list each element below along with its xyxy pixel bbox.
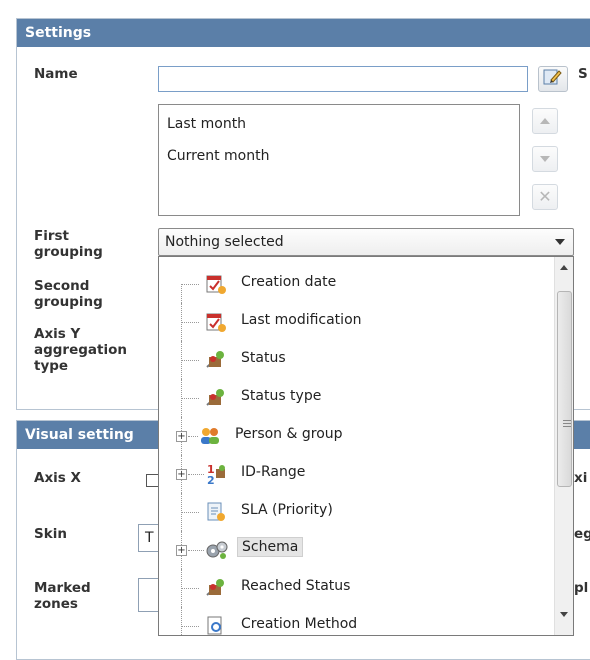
calendar-check-icon: [205, 273, 227, 295]
people-icon: [199, 425, 221, 447]
arrow-down-icon: [540, 156, 550, 162]
status-flag-icon: [205, 349, 227, 371]
settings-header: Settings: [17, 19, 590, 47]
first-grouping-dropdown-list[interactable]: Creation date Last modification Status S…: [158, 256, 574, 636]
name-label: Name: [34, 66, 78, 82]
expand-icon[interactable]: +: [176, 545, 187, 556]
tree-item-last-modification[interactable]: Last modification: [159, 303, 539, 341]
edit-icon: [543, 68, 563, 90]
move-up-button[interactable]: [532, 108, 558, 134]
skin-label: Skin: [34, 526, 67, 542]
name-input[interactable]: [158, 66, 528, 92]
chevron-down-icon: [555, 239, 565, 245]
clipped-label-1: xi: [574, 470, 588, 486]
first-grouping-select[interactable]: Nothing selected: [158, 228, 574, 256]
remove-button[interactable]: ✕: [532, 184, 558, 210]
tree-item-label: Person & group: [235, 426, 343, 442]
tree-item-creation-date[interactable]: Creation date: [159, 265, 539, 303]
edit-name-button[interactable]: [538, 66, 568, 92]
first-grouping-value: Nothing selected: [165, 234, 284, 250]
axis-x-label: Axis X: [34, 470, 81, 486]
scroll-down-icon[interactable]: [560, 612, 568, 617]
numbers-icon: 12: [205, 463, 227, 487]
tree-item-label: Creation Method: [241, 616, 358, 632]
scroll-up-icon[interactable]: [560, 265, 568, 270]
tree-item-label: Last modification: [241, 312, 362, 328]
clipped-label-save: S: [578, 66, 588, 82]
arrow-up-icon: [540, 118, 550, 124]
document-search-icon: [205, 615, 227, 635]
status-flag-icon: [205, 387, 227, 409]
axis-y-aggregation-label: Axis Y aggregation type: [34, 326, 127, 374]
tree-item-status-type[interactable]: Status type: [159, 379, 539, 417]
close-icon: ✕: [538, 187, 552, 206]
move-down-button[interactable]: [532, 146, 558, 172]
tree-item-creation-method[interactable]: Creation Method: [159, 607, 539, 635]
first-grouping-label: First grouping: [34, 228, 103, 260]
tree-item-reached-status[interactable]: Reached Status: [159, 569, 539, 607]
clipped-label-3: pl: [574, 580, 589, 596]
tree-item-id-range[interactable]: + 12 ID-Range: [159, 455, 539, 493]
tree-item-status[interactable]: Status: [159, 341, 539, 379]
tree-item-label: Schema: [237, 537, 304, 557]
tree-item-label: Creation date: [241, 274, 337, 290]
clipped-label-2: eg: [574, 526, 590, 542]
skin-value: T: [145, 530, 154, 546]
second-grouping-label: Second grouping: [34, 278, 103, 310]
tree-item-label: ID-Range: [241, 464, 306, 480]
date-range-list[interactable]: Last month Current month: [158, 104, 520, 216]
calendar-check-icon: [205, 311, 227, 333]
tree-item-label: Reached Status: [241, 578, 351, 594]
expand-icon[interactable]: +: [176, 431, 187, 442]
status-flag-icon: [205, 577, 227, 599]
schema-gears-icon: [205, 539, 228, 561]
tree-item-person-group[interactable]: + Person & group: [159, 417, 539, 455]
list-item[interactable]: Current month: [159, 137, 519, 169]
list-item[interactable]: Last month: [159, 105, 519, 137]
tree-item-sla-priority[interactable]: SLA (Priority): [159, 493, 539, 531]
sla-document-icon: [205, 501, 227, 523]
tree-item-label: Status: [241, 350, 286, 366]
dropdown-scrollbar[interactable]: [554, 257, 573, 635]
tree-item-label: SLA (Priority): [241, 502, 333, 518]
tree-item-label: Status type: [241, 388, 322, 404]
scroll-thumb[interactable]: [557, 291, 572, 487]
expand-icon[interactable]: +: [176, 469, 187, 480]
marked-zones-label: Marked zones: [34, 580, 91, 612]
tree-item-schema[interactable]: + Schema: [159, 531, 539, 569]
svg-text:2: 2: [207, 474, 215, 485]
